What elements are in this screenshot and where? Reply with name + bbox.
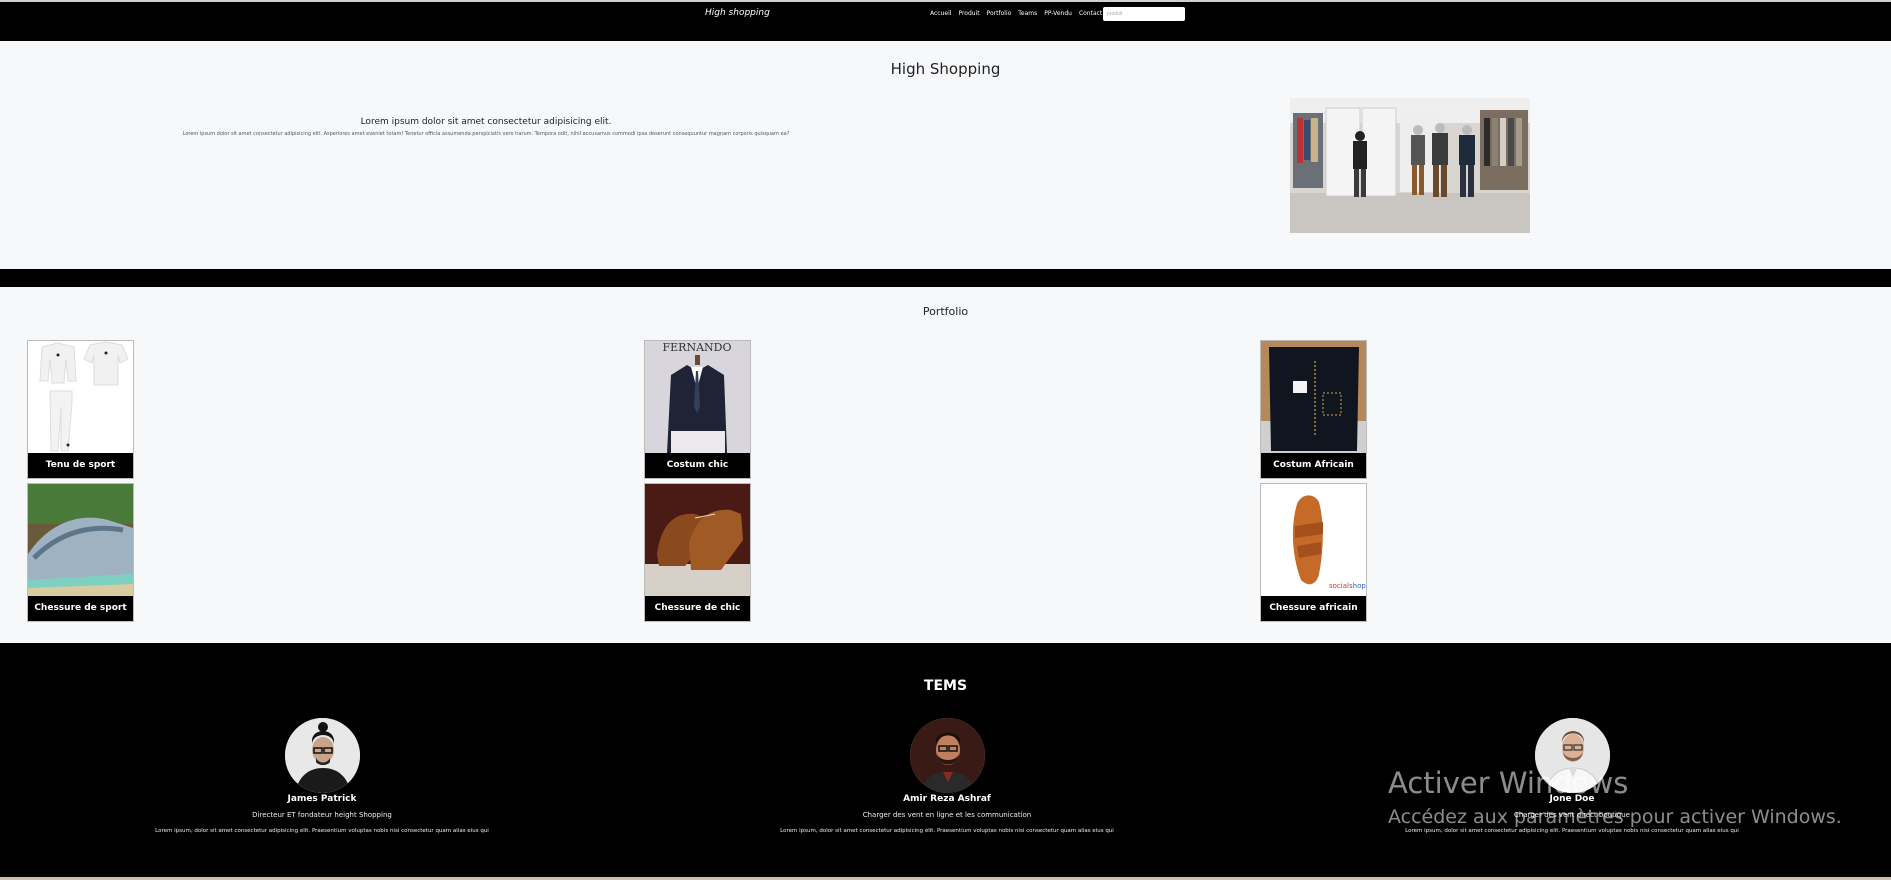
windows-activation-watermark-text: Accédez aux paramètres pour activer Wind… xyxy=(1388,806,1842,828)
search-input[interactable] xyxy=(1103,7,1185,21)
team-member-name: Amir Reza Ashraf xyxy=(903,794,991,804)
avatar xyxy=(284,718,360,793)
portfolio-card-label: Costum Africain xyxy=(1261,453,1366,478)
portfolio-card-costum-africain[interactable]: Costum Africain xyxy=(1260,340,1367,479)
svg-text:FERNANDO: FERNANDO xyxy=(663,341,732,354)
svg-text:social: social xyxy=(1329,582,1349,590)
team-member-role: Directeur ET fondateur height Shopping xyxy=(252,811,392,819)
portfolio-card-label: Chessure africain xyxy=(1261,596,1366,621)
portfolio-card-label: Chessure de chic xyxy=(645,596,750,621)
sandal-image: social shop xyxy=(1261,484,1366,596)
team-member-bio: Lorem ipsum, dolor sit amet consectetur … xyxy=(155,828,489,834)
portfolio-card-label: Tenu de sport xyxy=(28,453,133,478)
portfolio-card-chessure-africain[interactable]: social shop Chessure africain xyxy=(1260,483,1367,622)
nav-link-pp-vendu[interactable]: PP-Vendu xyxy=(1044,10,1072,17)
sneaker-image xyxy=(28,484,133,596)
section-divider xyxy=(0,269,1891,287)
team-member-bio: Lorem ipsum, dolor sit amet consectetur … xyxy=(1405,828,1739,834)
nav-links: Accueil Produit Portfolio Teams PP-Vendu… xyxy=(930,10,1102,17)
portfolio-card-tenu-de-sport[interactable]: Tenu de sport xyxy=(27,340,134,479)
portfolio-card-label: Costum chic xyxy=(645,453,750,478)
hero-title: High Shopping xyxy=(890,60,1001,78)
nav-link-portfolio[interactable]: Portfolio xyxy=(987,10,1012,17)
tracksuit-image xyxy=(28,341,133,453)
svg-text:shop: shop xyxy=(1349,582,1366,590)
portfolio-section: Portfolio Tenu de sport FERNANDO Costum … xyxy=(0,287,1891,643)
windows-activation-watermark-title: Activer Windows xyxy=(1388,766,1629,800)
portfolio-card-costum-chic[interactable]: FERNANDO Costum chic xyxy=(644,340,751,479)
brand-logo[interactable]: High shopping xyxy=(705,8,770,18)
nav-link-accueil[interactable]: Accueil xyxy=(930,10,951,17)
teams-title: TEMS xyxy=(923,678,968,694)
hero-text: Lorem ipsum dolor sit amet consectetur a… xyxy=(182,131,790,137)
team-member-card: James Patrick Directeur ET fondateur hei… xyxy=(152,718,492,834)
hero-section: High Shopping Lorem ipsum dolor sit amet… xyxy=(0,41,1891,269)
portfolio-card-chessure-de-chic[interactable]: Chessure de chic xyxy=(644,483,751,622)
store-image xyxy=(1290,98,1530,233)
hero-subtitle: Lorem ipsum dolor sit amet consectetur a… xyxy=(360,117,612,127)
dress-shoes-image xyxy=(645,484,750,596)
portfolio-card-chessure-de-sport[interactable]: Chessure de sport xyxy=(27,483,134,622)
nav-link-teams[interactable]: Teams xyxy=(1018,10,1037,17)
suit-image: FERNANDO xyxy=(645,341,750,453)
navbar: High shopping Accueil Produit Portfolio … xyxy=(0,0,1891,41)
nav-link-produit[interactable]: Produit xyxy=(958,10,979,17)
african-outfit-image xyxy=(1261,341,1366,453)
avatar xyxy=(909,718,985,793)
nav-link-contact[interactable]: Contact xyxy=(1079,10,1102,17)
team-member-bio: Lorem ipsum, dolor sit amet consectetur … xyxy=(780,828,1114,834)
portfolio-title: Portfolio xyxy=(922,305,969,318)
teams-section: TEMS James Patrick Directeur ET fondateu… xyxy=(0,643,1891,880)
team-member-role: Charger des vent en ligne et les communi… xyxy=(862,811,1032,819)
portfolio-card-label: Chessure de sport xyxy=(28,596,133,621)
team-member-card: Amir Reza Ashraf Charger des vent en lig… xyxy=(777,718,1117,834)
team-member-name: James Patrick xyxy=(287,794,357,804)
